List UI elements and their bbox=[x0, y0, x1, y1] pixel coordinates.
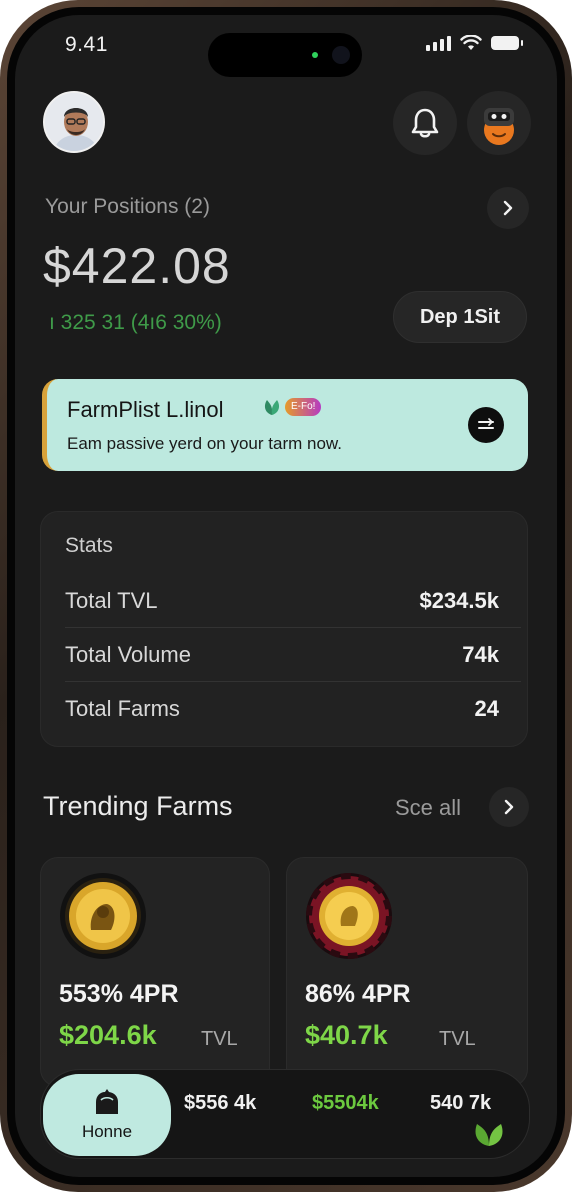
filter-icon bbox=[478, 418, 494, 429]
stats-card: Stats Total TVL $234.5k Total Volume 74k… bbox=[40, 511, 528, 747]
status-icons bbox=[426, 35, 523, 51]
user-avatar[interactable] bbox=[43, 91, 105, 153]
wifi-icon bbox=[460, 35, 482, 50]
stat-row-total-tvl: Total TVL $234.5k bbox=[65, 574, 521, 628]
positions-change: ı 325 31 (4ı6 30%) bbox=[49, 311, 222, 334]
front-camera-icon bbox=[332, 46, 350, 64]
see-all-link[interactable]: Sce all bbox=[395, 795, 461, 821]
farm-apr: 86% 4PR bbox=[305, 980, 411, 1008]
nav-value[interactable]: $556 4k bbox=[184, 1092, 256, 1115]
app-screen: 9.41 Your Positions (2) $422.08 ı 325 31… bbox=[15, 15, 557, 1177]
nav-tab-home-label: Honne bbox=[81, 1122, 133, 1141]
nav-value[interactable]: $5504k bbox=[312, 1092, 379, 1115]
privacy-indicator-icon bbox=[312, 52, 318, 58]
trending-chevron-button[interactable] bbox=[489, 787, 529, 827]
stats-title: Stats bbox=[65, 534, 113, 557]
trending-title: Trending Farms bbox=[43, 791, 233, 821]
stat-value: 74k bbox=[462, 642, 499, 667]
farm-apr: 553% 4PR bbox=[59, 980, 179, 1008]
farm-tvl-label: TVL bbox=[439, 1028, 476, 1050]
stat-label: Total Volume bbox=[65, 642, 191, 667]
farm-card[interactable]: 553% 4PR $204.6k TVL bbox=[40, 857, 270, 1087]
robot-avatar-icon bbox=[484, 108, 514, 145]
chevron-right-icon bbox=[504, 799, 514, 815]
stat-label: Total TVL bbox=[65, 588, 158, 613]
home-icon bbox=[96, 1089, 118, 1114]
farm-tvl-label: TVL bbox=[201, 1028, 238, 1050]
stat-value: 24 bbox=[474, 696, 499, 721]
status-time: 9.41 bbox=[65, 33, 108, 56]
farm-tvl: $204.6k bbox=[59, 1020, 157, 1050]
positions-label: Your Positions (2) bbox=[45, 195, 210, 218]
nav-tab-home[interactable]: Honne bbox=[43, 1074, 171, 1156]
farm-card[interactable]: 86% 4PR $40.7k TVL bbox=[286, 857, 528, 1087]
positions-chevron-button[interactable] bbox=[487, 187, 529, 229]
stat-row-total-farms: Total Farms 24 bbox=[65, 682, 521, 736]
stat-value: $234.5k bbox=[419, 588, 499, 613]
leaf-sprout-icon bbox=[264, 400, 280, 415]
notifications-button[interactable] bbox=[393, 91, 457, 155]
nav-value[interactable]: 540 7k bbox=[430, 1092, 491, 1115]
farm-tvl: $40.7k bbox=[305, 1020, 388, 1050]
banner-action-button[interactable] bbox=[468, 407, 504, 443]
battery-icon bbox=[491, 36, 523, 50]
banner-subtitle: Eam passive yerd on your tarm now. bbox=[67, 434, 342, 453]
banner-badge: E-Fo! bbox=[285, 398, 322, 416]
positions-value: $422.08 bbox=[43, 238, 231, 294]
profile-button[interactable] bbox=[467, 91, 531, 155]
dynamic-island bbox=[208, 33, 362, 77]
stat-row-total-volume: Total Volume 74k bbox=[65, 628, 521, 682]
bottom-nav: Honne $556 4k $5504k 540 7k bbox=[40, 1069, 530, 1159]
gold-coin-icon bbox=[60, 873, 146, 959]
user-avatar-icon bbox=[45, 93, 103, 151]
chevron-right-icon bbox=[503, 200, 513, 216]
stat-label: Total Farms bbox=[65, 696, 180, 721]
deposit-button[interactable]: Dep 1Sit bbox=[393, 291, 527, 343]
banner-title: FarmPlist L.linol bbox=[67, 397, 224, 422]
promo-banner[interactable]: FarmPlist L.linol E-Fo! Eam passive yerd… bbox=[42, 379, 528, 471]
bell-icon bbox=[411, 108, 439, 138]
gold-coin-red-ring-icon bbox=[306, 873, 392, 959]
leaf-icon bbox=[475, 1124, 503, 1146]
signal-icon bbox=[426, 35, 451, 51]
banner-badges: E-Fo! bbox=[261, 397, 322, 417]
